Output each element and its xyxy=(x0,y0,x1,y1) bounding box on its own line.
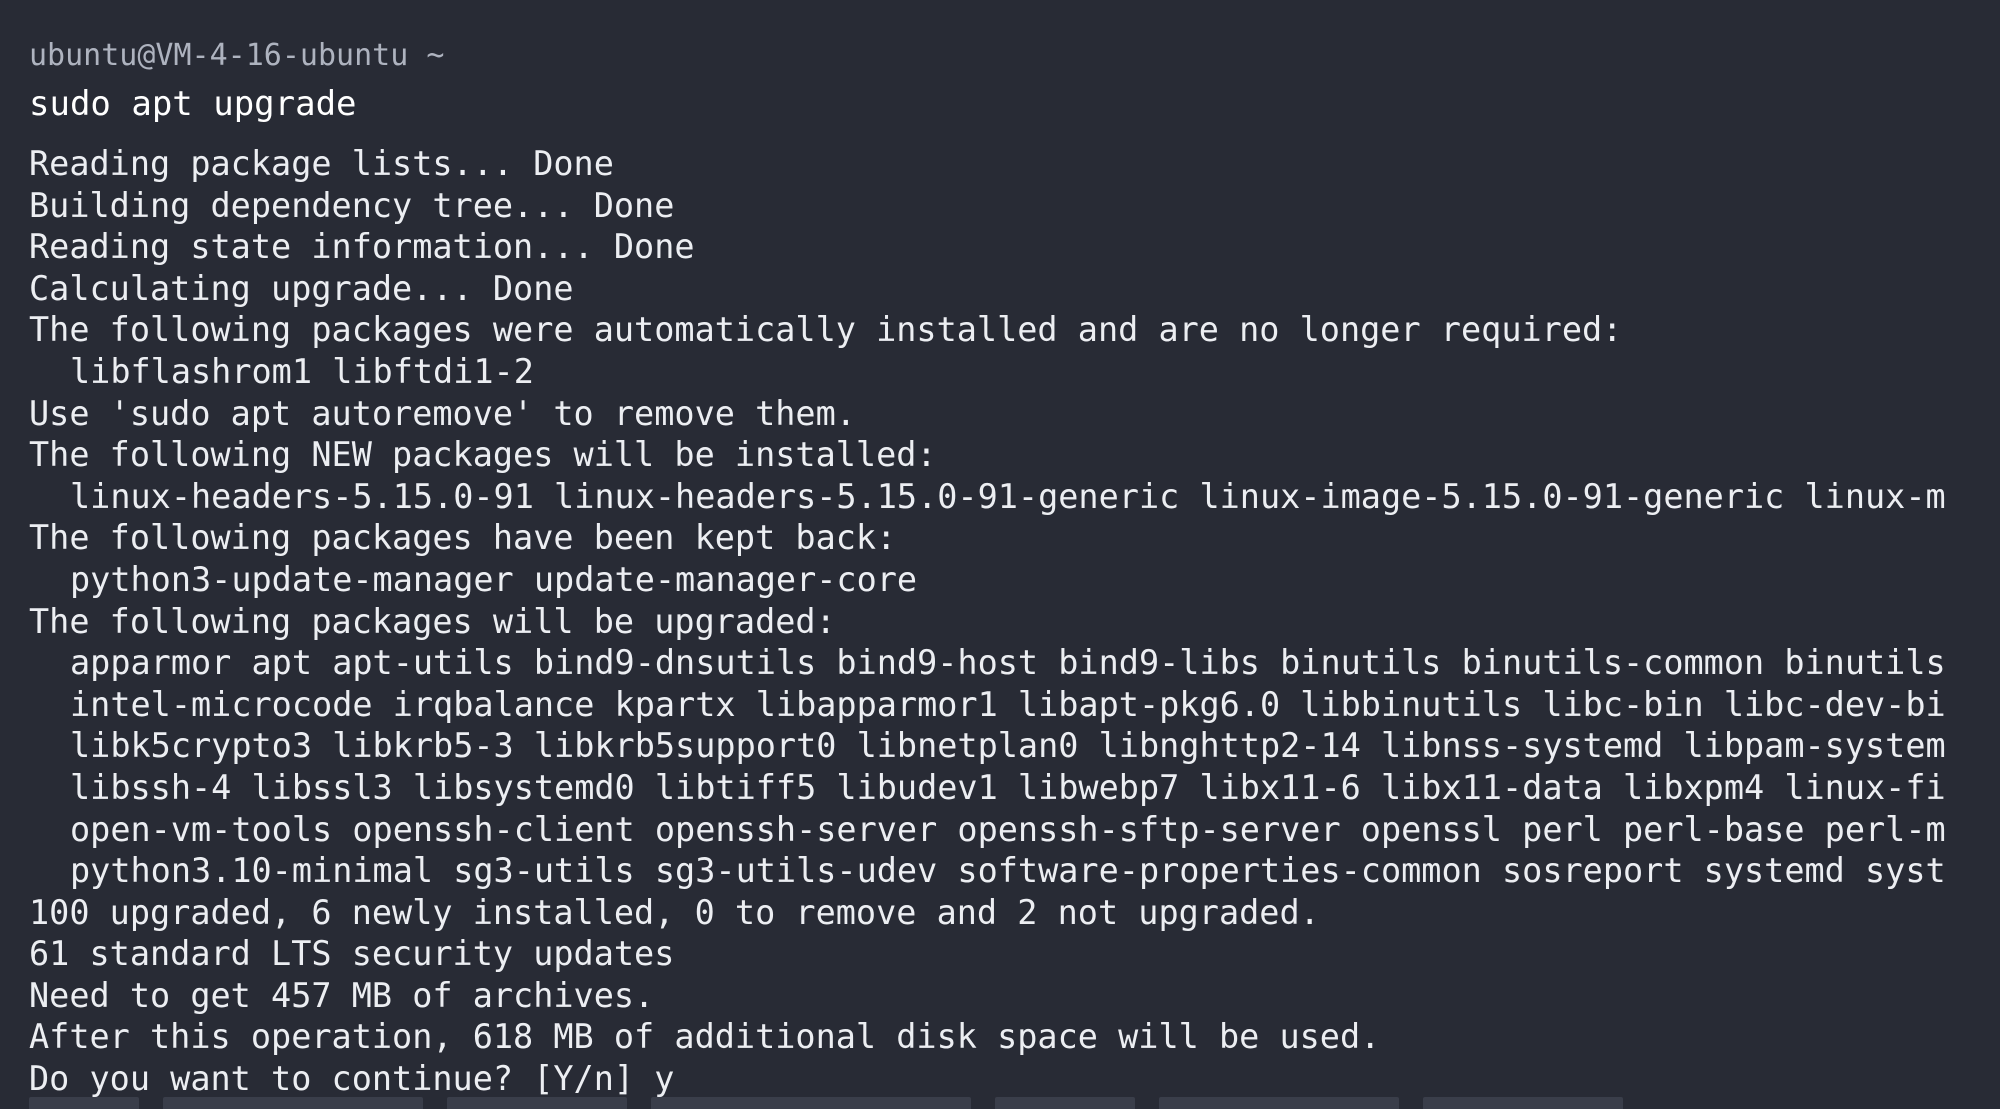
output-line: Calculating upgrade... Done xyxy=(29,268,574,308)
output-line: open-vm-tools openssh-client openssh-ser… xyxy=(70,809,1946,849)
output-line: The following packages will be upgraded: xyxy=(29,601,836,641)
output-line: The following packages were automaticall… xyxy=(29,310,1623,350)
output-line: Reading package lists... Done xyxy=(29,144,614,183)
output-line: Use 'sudo apt autoremove' to remove them… xyxy=(29,393,856,433)
output-line: Building dependency tree... Done xyxy=(29,185,675,225)
output-line: After this operation, 618 MB of addition… xyxy=(29,1017,1381,1057)
output-line: apparmor apt apt-utils bind9-dnsutils bi… xyxy=(70,643,1946,683)
output-line: python3-update-manager update-manager-co… xyxy=(70,559,918,599)
output-line: 61 standard LTS security updates xyxy=(29,934,675,974)
terminal-output: Reading package lists... Done Building de… xyxy=(29,143,1946,1100)
output-line: libflashrom1 libftdi1-2 xyxy=(70,351,534,391)
output-line: python3.10-minimal sg3-utils sg3-utils-u… xyxy=(70,851,1946,891)
output-line: Reading state information... Done xyxy=(29,227,695,267)
output-line: linux-headers-5.15.0-91 linux-headers-5.… xyxy=(70,476,1946,516)
output-line: libk5crypto3 libkrb5-3 libkrb5support0 l… xyxy=(70,726,1946,766)
output-line: The following NEW packages will be insta… xyxy=(29,435,937,475)
shell-prompt: ubuntu@VM-4-16-ubuntu ~ xyxy=(29,38,445,73)
output-line: intel-microcode irqbalance kpartx libapp… xyxy=(70,684,1946,724)
cut-off-output-line xyxy=(29,1096,1829,1109)
output-line: The following packages have been kept ba… xyxy=(29,518,897,558)
output-line: libssh-4 libssl3 libsystemd0 libtiff5 li… xyxy=(70,767,1946,807)
output-line: 100 upgraded, 6 newly installed, 0 to re… xyxy=(29,892,1320,932)
output-line: Need to get 457 MB of archives. xyxy=(29,975,655,1015)
terminal-window[interactable]: ubuntu@VM-4-16-ubuntu ~ sudo apt upgrade… xyxy=(0,0,2000,1109)
command-line: sudo apt upgrade xyxy=(29,84,357,124)
output-line: Do you want to continue? [Y/n] y xyxy=(29,1059,675,1099)
